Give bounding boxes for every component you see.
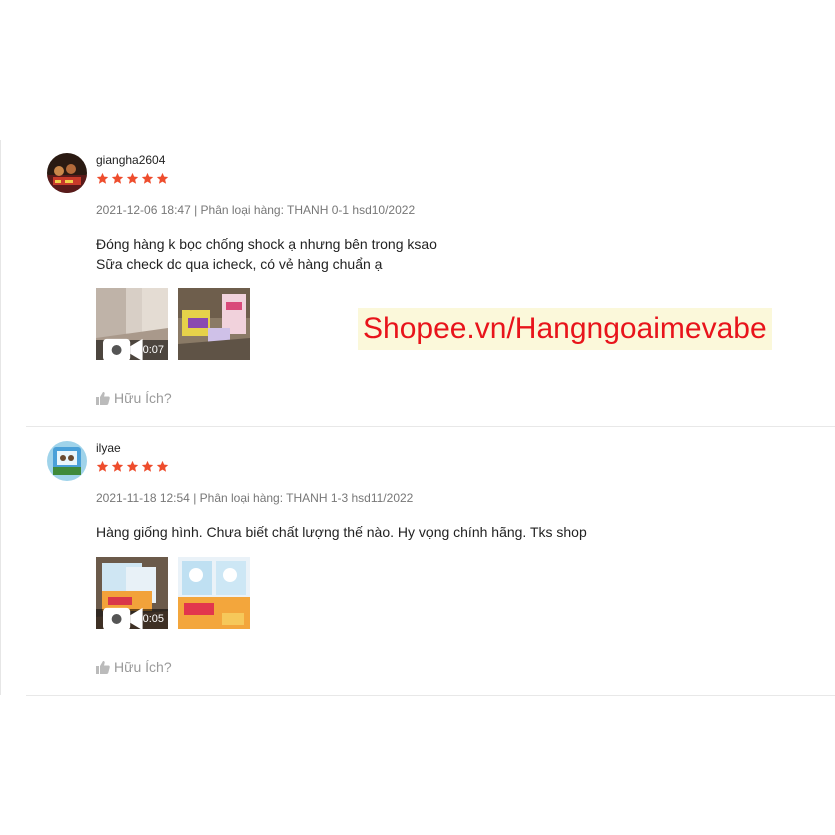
username[interactable]: giangha2604 (96, 153, 165, 167)
review-meta: 2021-12-06 18:47 | Phân loại hàng: THANH… (96, 203, 416, 217)
review-media: 0:05 (96, 557, 250, 629)
photo-thumbnail[interactable] (178, 288, 250, 360)
review-comment: Đóng hàng k bọc chống shock ạ nhưng bên … (96, 234, 437, 274)
helpful-label: Hữu Ích? (114, 390, 172, 406)
avatar[interactable] (47, 441, 87, 481)
star-icon (96, 172, 109, 184)
video-camera-icon (103, 338, 143, 360)
video-duration: 0:07 (142, 344, 164, 356)
left-divider (0, 140, 1, 695)
helpful-button[interactable]: Hữu Ích? (96, 390, 172, 406)
rating-stars (96, 172, 169, 185)
review-meta: 2021-11-18 12:54 | Phân loại hàng: THANH… (96, 491, 414, 505)
username[interactable]: ilyae (96, 441, 121, 455)
thumbs-up-icon (96, 392, 110, 405)
review-item: giangha2604 2021-12-06 18:47 | Phân loại… (26, 140, 835, 427)
star-icon (96, 460, 109, 472)
star-icon (156, 460, 169, 472)
helpful-button[interactable]: Hữu Ích? (96, 659, 172, 675)
star-icon (126, 172, 139, 184)
review-comment: Hàng giống hình. Chưa biết chất lượng th… (96, 522, 587, 542)
comment-line: Sữa check dc qua icheck, có vẻ hàng chuẩ… (96, 256, 383, 272)
comment-line: Đóng hàng k bọc chống shock ạ nhưng bên … (96, 236, 437, 252)
avatar[interactable] (47, 153, 87, 193)
star-icon (111, 460, 124, 472)
thumbs-up-icon (96, 661, 110, 674)
helpful-label: Hữu Ích? (114, 659, 172, 675)
video-duration: 0:05 (142, 613, 164, 625)
star-icon (141, 172, 154, 184)
video-overlay: 0:07 (96, 338, 168, 360)
rating-stars (96, 460, 169, 473)
review-media: 0:07 (96, 288, 250, 360)
star-icon (156, 172, 169, 184)
star-icon (111, 172, 124, 184)
shop-watermark: Shopee.vn/Hangngoaimevabe (358, 308, 772, 350)
video-overlay: 0:05 (96, 607, 168, 629)
photo-thumbnail[interactable] (178, 557, 250, 629)
comment-line: Hàng giống hình. Chưa biết chất lượng th… (96, 524, 587, 540)
review-item: ilyae 2021-11-18 12:54 | Phân loại hàng:… (26, 428, 835, 696)
video-thumbnail[interactable]: 0:05 (96, 557, 168, 629)
star-icon (141, 460, 154, 472)
video-thumbnail[interactable]: 0:07 (96, 288, 168, 360)
video-camera-icon (103, 607, 143, 629)
star-icon (126, 460, 139, 472)
